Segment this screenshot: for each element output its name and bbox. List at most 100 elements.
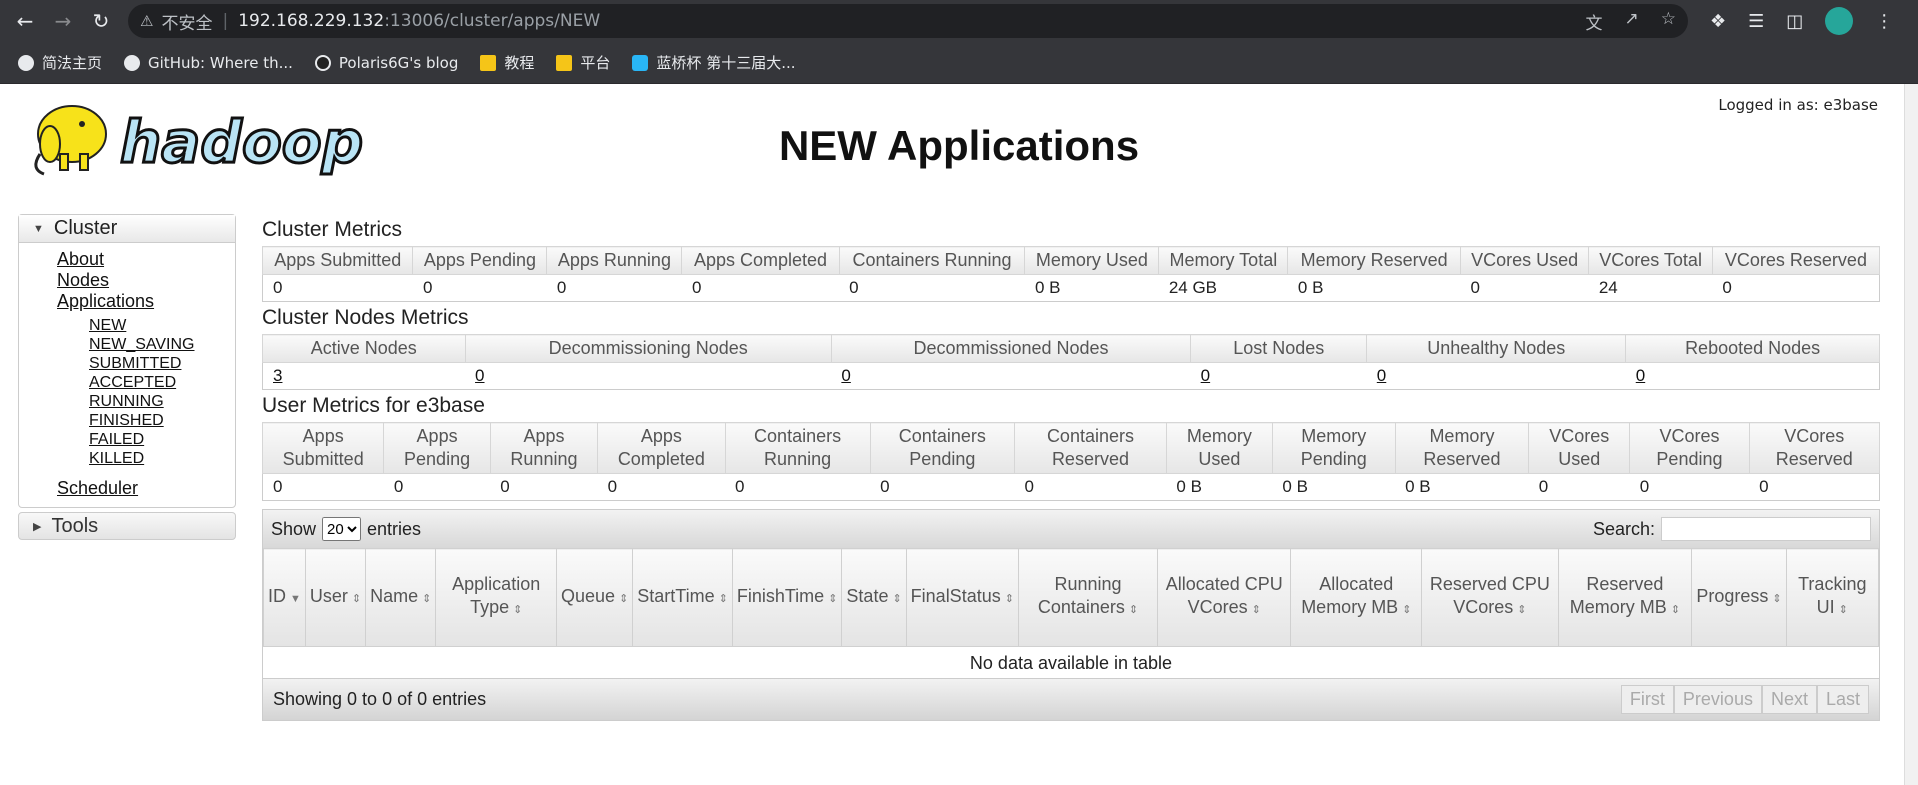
- side-panel-icon[interactable]: ◫: [1786, 11, 1803, 32]
- logged-in-label: Logged in as: e3base: [1718, 96, 1878, 114]
- page-content: hadoop NEW Applications Logged in as: e3…: [0, 84, 1918, 785]
- share-icon[interactable]: ↗: [1625, 9, 1639, 34]
- back-icon[interactable]: ←: [8, 4, 42, 38]
- column-header-allocated-memory-mb[interactable]: Allocated Memory MB ⇕: [1290, 548, 1423, 647]
- bookmark-item[interactable]: 蓝桥杯 第十三届大...: [632, 52, 796, 73]
- pager-previous-button[interactable]: Previous: [1673, 685, 1762, 714]
- metric-value-active-nodes[interactable]: 3: [263, 363, 466, 390]
- sidebar-link-scheduler[interactable]: Scheduler: [57, 478, 235, 499]
- metric-link[interactable]: 0: [1377, 366, 1386, 385]
- sort-icon: ⇕: [619, 592, 629, 605]
- sort-icon: ⇕: [828, 592, 838, 605]
- cluster-metrics-table: Apps Submitted Apps Pending Apps Running Ap…: [261, 246, 1881, 302]
- column-header-user[interactable]: User ⇕: [304, 548, 367, 647]
- entries-label: entries: [367, 518, 422, 539]
- metric-link[interactable]: 0: [1636, 366, 1645, 385]
- bookmark-item[interactable]: 平台: [556, 52, 610, 73]
- cluster-panel-header[interactable]: ▼ Cluster: [19, 215, 235, 243]
- metric-header-memory-total: Memory Total: [1158, 246, 1289, 275]
- metric-header-vcores-pending: VCores Pending: [1629, 422, 1750, 474]
- column-header-finishtime[interactable]: FinishTime ⇕: [731, 548, 843, 647]
- pager-last-button[interactable]: Last: [1816, 685, 1869, 714]
- star-icon[interactable]: ☆: [1661, 9, 1676, 34]
- reading-list-icon[interactable]: ☰: [1748, 11, 1764, 32]
- search-area: Search:: [1593, 517, 1871, 541]
- app-state-submitted[interactable]: SUBMITTED: [89, 354, 235, 373]
- bookmark-item[interactable]: GitHub: Where th...: [124, 54, 293, 72]
- app-state-new-saving[interactable]: NEW_SAVING: [89, 335, 235, 354]
- metric-value-memory-pending: 0 B: [1282, 477, 1308, 496]
- metric-value-apps-submitted: 0: [273, 477, 283, 496]
- column-header-progress[interactable]: Progress ⇕: [1691, 548, 1787, 647]
- column-label: Queue: [561, 585, 616, 606]
- metric-header-vcores-reserved: VCores Reserved: [1748, 422, 1881, 474]
- metric-header-memory-reserved: Memory Reserved: [1394, 422, 1530, 474]
- metric-value-containers-running: 0: [735, 477, 745, 496]
- metric-value-apps-running: 0: [500, 477, 510, 496]
- app-state-new[interactable]: NEW: [89, 316, 235, 335]
- lanqiao-icon: [632, 54, 649, 71]
- security-label: 不安全: [161, 13, 213, 34]
- blog-icon: [314, 54, 331, 71]
- metric-link[interactable]: 0: [1201, 366, 1210, 385]
- column-header-application-type[interactable]: Application Type ⇕: [435, 548, 558, 647]
- translate-icon[interactable]: 文: [1586, 9, 1603, 34]
- bookmark-item[interactable]: Polaris6G's blog: [314, 54, 458, 72]
- app-state-finished[interactable]: FINISHED: [89, 411, 235, 430]
- metric-value-unhealthy-nodes[interactable]: 0: [1367, 363, 1626, 390]
- page-scrollbar[interactable]: [1904, 84, 1918, 785]
- reload-icon[interactable]: ↻: [84, 4, 118, 38]
- sidebar-link-applications[interactable]: Applications: [57, 291, 235, 312]
- metric-value-lost-nodes[interactable]: 0: [1191, 363, 1367, 390]
- column-header-queue[interactable]: Queue ⇕: [556, 548, 634, 647]
- app-state-running[interactable]: RUNNING: [89, 392, 235, 411]
- sidebar-link-nodes[interactable]: Nodes: [57, 270, 235, 291]
- app-state-failed[interactable]: FAILED: [89, 430, 235, 449]
- sidebar-link-about[interactable]: About: [57, 249, 235, 270]
- metric-value-memory-reserved: 0 B: [1405, 477, 1431, 496]
- tools-panel-header[interactable]: ▶ Tools: [18, 512, 236, 540]
- metric-link[interactable]: 3: [273, 366, 282, 385]
- column-header-name[interactable]: Name ⇕: [365, 548, 437, 647]
- bookmarks-bar: 简法主页 GitHub: Where th... Polaris6G's blo…: [0, 42, 1918, 84]
- app-state-accepted[interactable]: ACCEPTED: [89, 373, 235, 392]
- app-state-links: NEW NEW_SAVING SUBMITTED ACCEPTED RUNNIN…: [57, 316, 235, 468]
- column-label: State: [846, 585, 889, 606]
- forward-icon[interactable]: →: [46, 4, 80, 38]
- column-header-starttime[interactable]: StartTime ⇕: [632, 548, 733, 647]
- metric-header-apps-running: Apps Running: [546, 246, 683, 275]
- sort-icon: ⇕: [1772, 592, 1782, 605]
- metric-value-decommissioning-nodes[interactable]: 0: [465, 363, 831, 390]
- extensions-icon[interactable]: ❖: [1710, 11, 1726, 32]
- pager-first-button[interactable]: First: [1620, 685, 1674, 714]
- page-size-select[interactable]: 20: [322, 517, 362, 541]
- column-header-id[interactable]: ID ▼: [263, 548, 306, 647]
- metric-header-unhealthy-nodes: Unhealthy Nodes: [1366, 334, 1627, 363]
- metric-link[interactable]: 0: [841, 366, 850, 385]
- bookmark-item[interactable]: 教程: [480, 52, 534, 73]
- column-header-allocated-cpu-vcores[interactable]: Allocated CPU VCores ⇕: [1157, 548, 1292, 647]
- applications-table: ID ▼ User ⇕ Name ⇕ Application Type ⇕ Queue ⇕ Star…: [263, 548, 1880, 678]
- metric-value-memory-used: 0 B: [1034, 278, 1061, 297]
- metric-value-decommissioned-nodes[interactable]: 0: [831, 363, 1190, 390]
- metric-value-rebooted-nodes[interactable]: 0: [1626, 363, 1880, 390]
- column-header-finalstatus[interactable]: FinalStatus ⇕: [905, 548, 1019, 647]
- pager-next-button[interactable]: Next: [1761, 685, 1817, 714]
- column-header-tracking-ui[interactable]: Tracking UI ⇕: [1785, 548, 1880, 647]
- sort-icon: ⇕: [513, 604, 523, 616]
- column-header-reserved-cpu-vcores[interactable]: Reserved CPU VCores ⇕: [1421, 548, 1559, 647]
- profile-avatar-icon[interactable]: [1825, 7, 1854, 35]
- datatable-footer: Showing 0 to 0 of 0 entries First Previou…: [263, 678, 1879, 720]
- url-host: 192.168.229.132: [238, 11, 385, 31]
- metric-value-vcores-used: 0: [1538, 477, 1549, 496]
- address-bar[interactable]: ⚠ 不安全 | 192.168.229.132 :13006/cluster/a…: [128, 4, 1688, 38]
- column-header-state[interactable]: State ⇕: [841, 548, 907, 647]
- column-header-running-containers[interactable]: Running Containers ⇕: [1017, 548, 1159, 647]
- app-state-killed[interactable]: KILLED: [89, 449, 235, 468]
- column-header-reserved-memory-mb[interactable]: Reserved Memory MB ⇕: [1557, 548, 1693, 647]
- menu-kebab-icon[interactable]: ⋮: [1875, 11, 1893, 32]
- metric-header-memory-used: Memory Used: [1024, 246, 1160, 275]
- metric-link[interactable]: 0: [475, 366, 484, 385]
- bookmark-item[interactable]: 简法主页: [18, 52, 102, 73]
- search-input[interactable]: [1661, 517, 1871, 541]
